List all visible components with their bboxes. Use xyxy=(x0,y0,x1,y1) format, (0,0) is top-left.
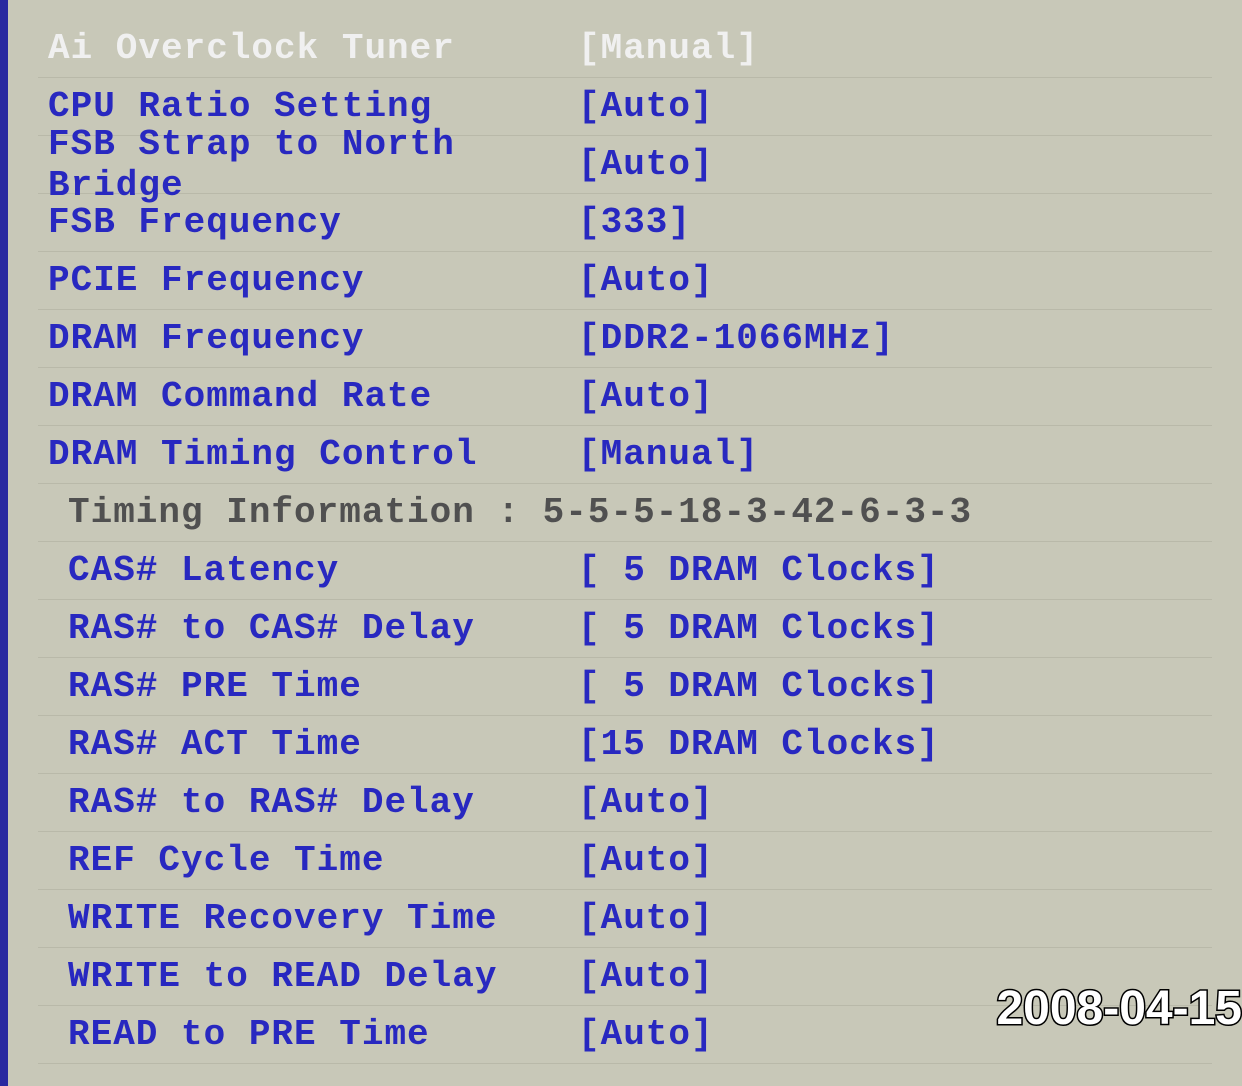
setting-row-fsb-strap[interactable]: FSB Strap to North Bridge [Auto] xyxy=(38,136,1212,194)
setting-value[interactable]: [Auto] xyxy=(578,86,714,127)
setting-label: DRAM Command Rate xyxy=(38,376,578,417)
setting-row-ras-act-time[interactable]: RAS# ACT Time [15 DRAM Clocks] xyxy=(38,716,1212,774)
photo-timestamp: 2008-04-15 xyxy=(996,981,1242,1036)
setting-label: RAS# to RAS# Delay xyxy=(38,782,578,823)
setting-row-write-recovery-time[interactable]: WRITE Recovery Time [Auto] xyxy=(38,890,1212,948)
setting-value[interactable]: [Auto] xyxy=(578,144,714,185)
setting-label: FSB Frequency xyxy=(38,202,578,243)
setting-value[interactable]: [Auto] xyxy=(578,260,714,301)
setting-label: DRAM Timing Control xyxy=(38,434,578,475)
setting-row-dram-timing-control[interactable]: DRAM Timing Control [Manual] xyxy=(38,426,1212,484)
setting-value[interactable]: [Auto] xyxy=(578,898,714,939)
setting-row-dram-frequency[interactable]: DRAM Frequency [DDR2-1066MHz] xyxy=(38,310,1212,368)
setting-row-fsb-frequency[interactable]: FSB Frequency [333] xyxy=(38,194,1212,252)
setting-label: WRITE to READ Delay xyxy=(38,956,578,997)
setting-label: DRAM Frequency xyxy=(38,318,578,359)
setting-row-ras-ras-delay[interactable]: RAS# to RAS# Delay [Auto] xyxy=(38,774,1212,832)
setting-row-ras-cas-delay[interactable]: RAS# to CAS# Delay [ 5 DRAM Clocks] xyxy=(38,600,1212,658)
setting-value[interactable]: [Auto] xyxy=(578,782,714,823)
setting-value[interactable]: [Auto] xyxy=(578,376,714,417)
setting-label: PCIE Frequency xyxy=(38,260,578,301)
setting-value[interactable]: [ 5 DRAM Clocks] xyxy=(578,666,940,707)
setting-row-ras-pre-time[interactable]: RAS# PRE Time [ 5 DRAM Clocks] xyxy=(38,658,1212,716)
setting-value[interactable]: [DDR2-1066MHz] xyxy=(578,318,894,359)
setting-row-dram-command-rate[interactable]: DRAM Command Rate [Auto] xyxy=(38,368,1212,426)
setting-value[interactable]: [15 DRAM Clocks] xyxy=(578,724,940,765)
timing-information-line: Timing Information : 5-5-5-18-3-42-6-3-3 xyxy=(38,484,1212,542)
setting-row-pcie-frequency[interactable]: PCIE Frequency [Auto] xyxy=(38,252,1212,310)
setting-label: WRITE Recovery Time xyxy=(38,898,578,939)
setting-label: FSB Strap to North Bridge xyxy=(38,124,578,206)
setting-label: RAS# to CAS# Delay xyxy=(38,608,578,649)
setting-label: CPU Ratio Setting xyxy=(38,86,578,127)
setting-value[interactable]: [Auto] xyxy=(578,840,714,881)
setting-value[interactable]: [333] xyxy=(578,202,691,243)
setting-label: CAS# Latency xyxy=(38,550,578,591)
setting-label: RAS# ACT Time xyxy=(38,724,578,765)
setting-value[interactable]: [Manual] xyxy=(578,434,759,475)
setting-row-ref-cycle-time[interactable]: REF Cycle Time [Auto] xyxy=(38,832,1212,890)
timing-information-text: Timing Information : 5-5-5-18-3-42-6-3-3 xyxy=(38,492,972,533)
setting-value[interactable]: [Manual] xyxy=(578,28,759,69)
setting-row-cas-latency[interactable]: CAS# Latency [ 5 DRAM Clocks] xyxy=(38,542,1212,600)
setting-label: RAS# PRE Time xyxy=(38,666,578,707)
setting-value[interactable]: [Auto] xyxy=(578,956,714,997)
setting-label: Ai Overclock Tuner xyxy=(38,28,578,69)
setting-value[interactable]: [ 5 DRAM Clocks] xyxy=(578,608,940,649)
setting-label: READ to PRE Time xyxy=(38,1014,578,1055)
setting-value[interactable]: [Auto] xyxy=(578,1014,714,1055)
setting-row-ai-overclock[interactable]: Ai Overclock Tuner [Manual] xyxy=(38,20,1212,78)
setting-value[interactable]: [ 5 DRAM Clocks] xyxy=(578,550,940,591)
bios-settings-panel: Ai Overclock Tuner [Manual] CPU Ratio Se… xyxy=(8,0,1242,1084)
setting-label: REF Cycle Time xyxy=(38,840,578,881)
